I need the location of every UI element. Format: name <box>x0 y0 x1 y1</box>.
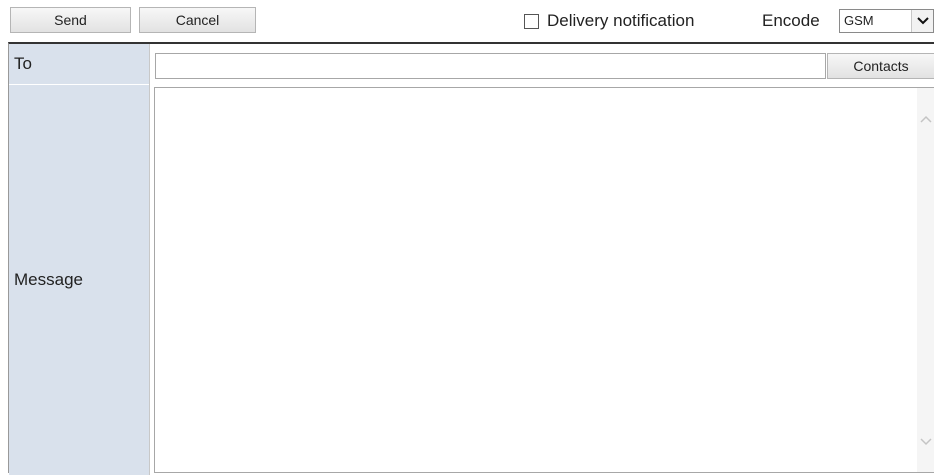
encode-select[interactable]: GSM <box>839 9 934 33</box>
sms-compose-form: To Message Contacts <box>8 42 934 475</box>
chevron-down-icon[interactable] <box>919 435 932 448</box>
message-label-cell: Message <box>9 85 149 475</box>
send-button[interactable]: Send <box>10 7 131 33</box>
toolbar: Send Cancel Delivery notification Encode… <box>0 0 934 42</box>
column-divider <box>149 44 150 475</box>
delivery-notification-label: Delivery notification <box>547 11 695 30</box>
contacts-button[interactable]: Contacts <box>827 53 934 79</box>
message-scrollbar[interactable] <box>917 88 934 472</box>
to-input[interactable] <box>155 53 826 79</box>
to-label: To <box>9 44 149 85</box>
chevron-up-icon[interactable] <box>919 112 932 125</box>
message-textarea[interactable] <box>154 87 934 473</box>
cancel-button[interactable]: Cancel <box>139 7 256 33</box>
message-label: Message <box>14 270 83 289</box>
delivery-notification-option[interactable]: Delivery notification <box>524 8 694 34</box>
delivery-notification-checkbox[interactable] <box>524 13 539 29</box>
encode-label: Encode <box>762 11 820 30</box>
encode-select-value: GSM <box>844 13 874 28</box>
chevron-down-icon[interactable] <box>911 10 933 32</box>
